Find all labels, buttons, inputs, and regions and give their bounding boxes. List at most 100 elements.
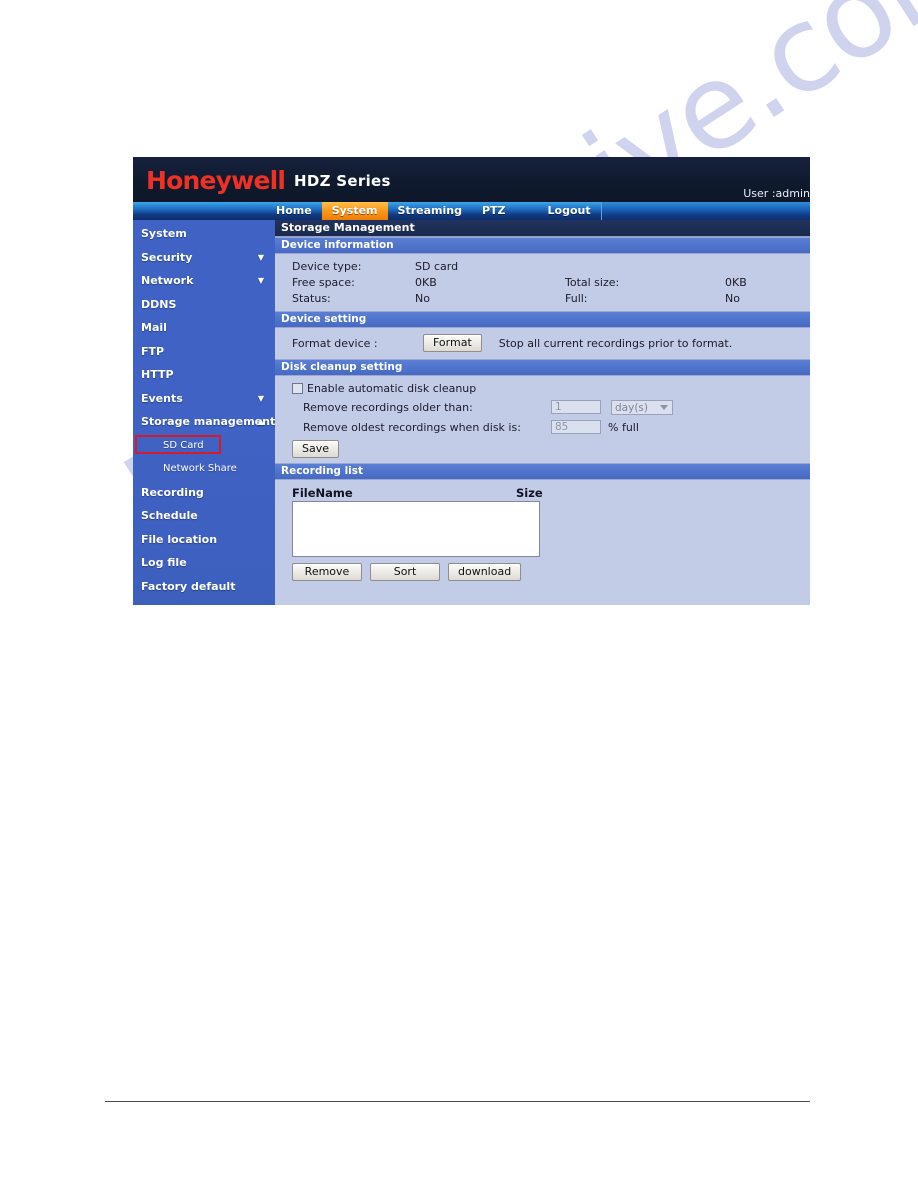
- checkbox-icon[interactable]: [292, 383, 303, 394]
- device-type-value: SD card: [415, 259, 459, 273]
- sidebar-item-label: FTP: [141, 344, 165, 358]
- ui-body: System Security ▼ Network ▼ DDNS Mail FT…: [133, 220, 810, 605]
- format-button[interactable]: Format: [423, 334, 482, 352]
- sidebar-item-system[interactable]: System: [133, 222, 275, 246]
- full-value: No: [725, 291, 740, 305]
- sidebar-subitem-sd-card[interactable]: SD Card: [133, 434, 275, 458]
- honeywell-logo: Honeywell: [146, 166, 286, 195]
- disk-cleanup-panel: Enable automatic disk cleanup Remove rec…: [275, 376, 810, 463]
- sidebar-item-storage-management[interactable]: Storage management ▲: [133, 410, 275, 434]
- nav-tab-system[interactable]: System: [321, 202, 388, 220]
- device-info-row: Status: No Full: No: [275, 290, 810, 306]
- top-navigation: Home System Streaming PTZ Logout: [133, 202, 810, 220]
- remove-oldest-when-full-row: Remove oldest recordings when disk is: 8…: [275, 417, 810, 437]
- sidebar-item-label: System: [141, 227, 187, 240]
- download-button[interactable]: download: [448, 563, 522, 581]
- sidebar-subitem-network-share[interactable]: Network Share: [133, 457, 275, 481]
- full-label: Full:: [565, 291, 588, 305]
- sidebar-item-label: Events: [141, 391, 183, 405]
- sidebar-item-events[interactable]: Events ▼: [133, 387, 275, 411]
- column-header-filename: FileName: [292, 485, 353, 500]
- time-unit-value: day(s): [615, 401, 648, 414]
- sidebar-item-factory-default[interactable]: Factory default: [133, 575, 275, 599]
- sidebar-item-label: Schedule: [141, 509, 198, 522]
- sidebar-item-log-file[interactable]: Log file: [133, 551, 275, 575]
- nav-tab-logout[interactable]: Logout: [538, 202, 601, 220]
- recording-list-box[interactable]: [292, 501, 540, 557]
- nav-tab-home[interactable]: Home: [266, 202, 322, 220]
- logged-in-user-label: User :admin: [743, 187, 810, 200]
- format-device-label: Format device :: [292, 336, 378, 350]
- status-value: No: [415, 291, 430, 305]
- sidebar-item-http[interactable]: HTTP: [133, 363, 275, 387]
- product-series-title: HDZ Series: [294, 172, 391, 190]
- recording-list-columns: FileName Size: [275, 484, 810, 501]
- device-info-row: Device type: SD card: [275, 258, 810, 274]
- remove-button[interactable]: Remove: [292, 563, 362, 581]
- nav-tab-ptz[interactable]: PTZ: [472, 202, 516, 220]
- sidebar-item-label: Log file: [141, 556, 187, 569]
- section-header-device-information: Device information: [275, 237, 810, 254]
- chevron-down-icon: ▼: [257, 252, 264, 262]
- column-header-size: Size: [516, 485, 543, 500]
- save-button[interactable]: Save: [292, 440, 340, 458]
- sidebar-navigation: System Security ▼ Network ▼ DDNS Mail FT…: [133, 220, 275, 605]
- sidebar-item-schedule[interactable]: Schedule: [133, 504, 275, 528]
- nav-right-filler: [600, 202, 810, 220]
- remove-older-than-input[interactable]: 1: [551, 400, 601, 414]
- section-header-device-setting: Device setting: [275, 311, 810, 328]
- main-content: Storage Management Device information De…: [275, 220, 810, 605]
- disk-full-percent-input[interactable]: 85: [551, 420, 601, 434]
- time-unit-select[interactable]: day(s): [611, 399, 673, 415]
- sidebar-item-recording[interactable]: Recording: [133, 481, 275, 505]
- free-space-value: 0KB: [415, 275, 437, 289]
- sidebar-item-ddns[interactable]: DDNS: [133, 293, 275, 317]
- sidebar-item-label: File location: [141, 532, 218, 546]
- recording-list-panel: FileName Size Remove Sort download: [275, 480, 810, 586]
- device-info-row: Free space: 0KB Total size: 0KB: [275, 274, 810, 290]
- nav-tab-streaming[interactable]: Streaming: [388, 202, 472, 220]
- sidebar-subitem-label: SD Card: [163, 439, 204, 451]
- nav-left-spacer: [133, 202, 266, 220]
- sidebar-item-label: Recording: [141, 485, 204, 499]
- device-setting-panel: Format device : Format Stop all current …: [275, 328, 810, 359]
- format-device-row: Format device : Format Stop all current …: [275, 332, 810, 354]
- sidebar-item-label: Security: [141, 250, 193, 264]
- section-header-disk-cleanup-setting: Disk cleanup setting: [275, 359, 810, 376]
- camera-web-ui: Honeywell HDZ Series User :admin Home Sy…: [133, 157, 810, 605]
- enable-auto-cleanup-row[interactable]: Enable automatic disk cleanup: [275, 380, 810, 397]
- app-header: Honeywell HDZ Series User :admin: [133, 157, 810, 202]
- remove-older-than-row: Remove recordings older than: 1 day(s): [275, 397, 810, 417]
- chevron-up-icon: ▲: [257, 417, 264, 426]
- sidebar-item-ftp[interactable]: FTP: [133, 340, 275, 364]
- status-label: Status:: [292, 291, 331, 305]
- sidebar-item-label: HTTP: [141, 368, 174, 381]
- save-row: Save: [275, 440, 810, 458]
- device-information-panel: Device type: SD card Free space: 0KB Tot…: [275, 254, 810, 311]
- sidebar-item-security[interactable]: Security ▼: [133, 246, 275, 270]
- sidebar-item-label: Mail: [141, 321, 167, 334]
- page-title: Storage Management: [275, 220, 810, 237]
- chevron-down-icon: ▼: [257, 276, 264, 285]
- remove-older-than-label: Remove recordings older than:: [303, 400, 473, 414]
- total-size-value: 0KB: [725, 275, 747, 289]
- sidebar-item-network[interactable]: Network ▼: [133, 269, 275, 293]
- sidebar-subitem-label: Network Share: [163, 463, 237, 474]
- sidebar-item-label: Factory default: [141, 579, 236, 593]
- recording-list-buttons: Remove Sort download: [275, 563, 810, 581]
- sidebar-item-label: Network: [141, 274, 194, 287]
- sort-button[interactable]: Sort: [370, 563, 440, 581]
- total-size-label: Total size:: [565, 275, 620, 289]
- footer-divider: [105, 1101, 810, 1102]
- section-header-recording-list: Recording list: [275, 463, 810, 480]
- chevron-down-icon: [660, 404, 668, 410]
- free-space-label: Free space:: [292, 275, 355, 289]
- chevron-down-icon: ▼: [257, 393, 264, 403]
- sidebar-item-mail[interactable]: Mail: [133, 316, 275, 340]
- sidebar-item-label: Storage management: [141, 415, 276, 428]
- device-type-label: Device type:: [292, 259, 362, 273]
- format-note: Stop all current recordings prior to for…: [498, 336, 733, 350]
- sidebar-item-label: DDNS: [141, 297, 177, 311]
- enable-auto-cleanup-label: Enable automatic disk cleanup: [307, 382, 477, 395]
- sidebar-item-file-location[interactable]: File location: [133, 528, 275, 552]
